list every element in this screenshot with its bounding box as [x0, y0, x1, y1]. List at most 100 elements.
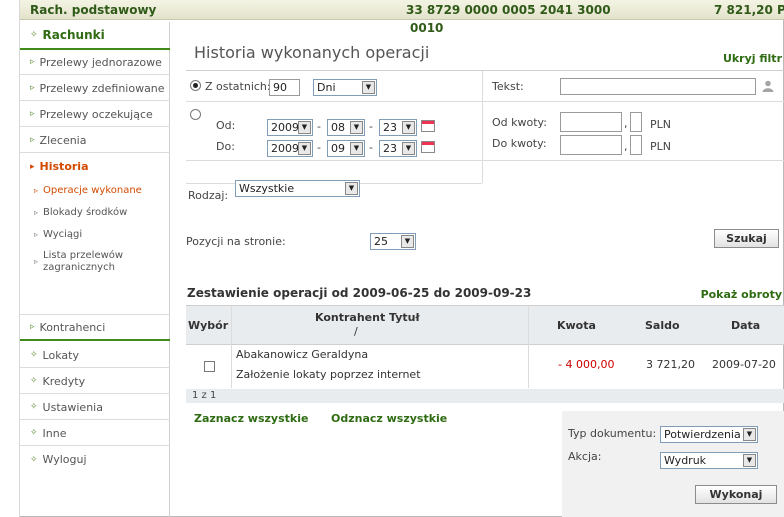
- last-days-radio[interactable]: [190, 80, 201, 91]
- per-page-select[interactable]: 25 ▼: [370, 233, 416, 250]
- sidebar-item-przelewy-zdefiniowane[interactable]: ▹ Przelewy zdefiniowane: [20, 76, 170, 101]
- text-search-input[interactable]: [560, 78, 756, 95]
- decimal-comma: ,: [624, 140, 628, 153]
- label-line: zagranicznych: [43, 262, 115, 273]
- search-button[interactable]: Szukaj: [714, 229, 779, 248]
- sidebar-subitem-operacje-wykonane[interactable]: ▹ Operacje wykonane: [34, 179, 170, 201]
- sidebar-item-rachunki[interactable]: ✧ Rachunki: [20, 22, 170, 50]
- sidebar-subitem-label: Wyciągi: [43, 228, 83, 240]
- contact-person-icon[interactable]: [762, 80, 774, 92]
- row-amount: - 4 000,00: [558, 358, 615, 371]
- row-select-checkbox[interactable]: [204, 361, 215, 372]
- sidebar-item-wyloguj[interactable]: ✧ Wyloguj: [20, 447, 170, 472]
- date-separator: -: [317, 120, 321, 133]
- sidebar-item-zlecenia[interactable]: ▹ Zlecenia: [20, 128, 170, 153]
- sidebar-subitem-label: Operacje wykonane: [43, 184, 142, 196]
- last-days-input[interactable]: 90: [269, 79, 300, 96]
- select-value: 23: [383, 142, 397, 155]
- per-page-label: Pozycji na stronie:: [186, 235, 286, 248]
- select-value: Dni: [317, 81, 336, 94]
- to-month-select[interactable]: 09 ▼: [327, 140, 365, 157]
- calendar-icon[interactable]: [421, 141, 435, 153]
- date-range-radio[interactable]: [190, 109, 201, 120]
- currency-label: PLN: [650, 118, 671, 131]
- amount-from-dec-input[interactable]: [630, 112, 642, 132]
- select-value: 09: [331, 142, 345, 155]
- from-month-select[interactable]: 08 ▼: [327, 119, 365, 136]
- execute-button[interactable]: Wykonaj: [695, 485, 777, 504]
- main-panel: Historia wykonanych operacji Ukryj filtr…: [176, 22, 784, 517]
- dot-bullet-icon: ✧: [30, 350, 38, 360]
- account-name: Rach. podstawowy: [30, 3, 157, 17]
- arrow-bullet-icon: ▹: [30, 57, 35, 67]
- sidebar-item-historia[interactable]: ▸ Historia: [20, 154, 170, 179]
- calendar-icon[interactable]: [421, 120, 435, 132]
- amount-to-int-input[interactable]: [560, 135, 622, 155]
- dot-bullet-icon: ✧: [30, 454, 38, 465]
- sidebar-subitem-blokady-srodkow[interactable]: ▹ Blokady środków: [34, 201, 170, 223]
- sidebar-item-przelewy-oczekujace[interactable]: ▹ Przelewy oczekujące: [20, 102, 170, 127]
- from-day-select[interactable]: 23 ▼: [379, 119, 417, 136]
- date-separator: -: [369, 141, 373, 154]
- deselect-all-link[interactable]: Odznacz wszystkie: [331, 412, 447, 425]
- sidebar-item-lokaty[interactable]: ✧ Lokaty: [20, 343, 170, 368]
- doc-type-select[interactable]: Potwierdzenia ▼: [660, 426, 758, 443]
- from-year-select[interactable]: 2009 ▼: [267, 119, 313, 136]
- to-year-select[interactable]: 2009 ▼: [267, 140, 313, 157]
- sidebar-item-przelewy-jednorazowe[interactable]: ▹ Przelewy jednorazowe: [20, 50, 170, 75]
- amount-from-int-input[interactable]: [560, 112, 622, 132]
- hide-filter-link[interactable]: Ukryj filtr: [723, 52, 782, 65]
- action-label: Akcja:: [568, 450, 602, 463]
- to-day-select[interactable]: 23 ▼: [379, 140, 417, 157]
- divider: [186, 101, 784, 102]
- chevron-down-icon: ▼: [402, 121, 415, 134]
- sidebar-item-label: Rachunki: [42, 28, 105, 42]
- divider: [186, 70, 784, 71]
- row-date: 2009-07-20: [712, 358, 776, 371]
- column-header-counterparty: Kontrahent Tytuł: [315, 311, 420, 324]
- select-all-link[interactable]: Zaznacz wszystkie: [194, 412, 308, 425]
- column-header-date: Data: [731, 319, 761, 332]
- amount-to-dec-input[interactable]: [630, 135, 642, 155]
- sidebar-item-label: Przelewy zdefiniowane: [39, 81, 165, 95]
- row-balance: 3 721,20: [646, 358, 695, 371]
- sidebar-subitem-label: Lista przelewów zagranicznych: [43, 250, 123, 274]
- sidebar-item-kontrahenci[interactable]: ▹ Kontrahenci: [20, 315, 170, 341]
- account-bar: Rach. podstawowy 33 8729 0000 0005 2041 …: [20, 0, 784, 20]
- chevron-down-icon: ▼: [345, 182, 358, 195]
- summary-title: Zestawienie operacji od 2009-06-25 do 20…: [187, 286, 532, 300]
- operation-type-select[interactable]: Wszystkie ▼: [235, 180, 360, 197]
- sidebar-item-kredyty[interactable]: ✧ Kredyty: [20, 369, 170, 394]
- sidebar-item-ustawienia[interactable]: ✧ Ustawienia: [20, 395, 170, 420]
- decimal-comma: ,: [624, 117, 628, 130]
- pagination: 1 z 1: [186, 389, 784, 403]
- arrow-bullet-icon: ▹: [34, 207, 39, 217]
- period-unit-select[interactable]: Dni ▼: [313, 79, 377, 96]
- divider: [186, 160, 784, 161]
- action-select[interactable]: Wydruk ▼: [660, 452, 758, 469]
- sidebar-item-label: Przelewy jednorazowe: [39, 55, 162, 69]
- currency-label: PLN: [650, 140, 671, 153]
- select-value: Potwierdzenia: [664, 428, 741, 441]
- chevron-down-icon: ▼: [401, 235, 414, 248]
- date-separator: -: [317, 141, 321, 154]
- column-header-select: Wybór: [188, 319, 229, 332]
- sidebar-item-label: Inne: [42, 426, 67, 440]
- left-strip: [0, 0, 20, 517]
- arrow-bullet-icon: ▹: [34, 185, 39, 195]
- label-line: Lista przelewów: [43, 250, 124, 261]
- sidebar-item-label: Zlecenia: [39, 133, 87, 147]
- from-date-label: Od:: [216, 119, 236, 132]
- sidebar-subitem-lista-przelewow[interactable]: ▹ Lista przelewów zagranicznych: [34, 247, 170, 277]
- sidebar-item-label: Wyloguj: [42, 453, 87, 466]
- select-value: 2009: [271, 142, 299, 155]
- arrow-bullet-icon: ▹: [30, 322, 35, 332]
- sidebar-item-inne[interactable]: ✧ Inne: [20, 421, 170, 446]
- sidebar-subitem-wyciagi[interactable]: ▹ Wyciągi: [34, 223, 170, 245]
- chevron-down-icon: ▼: [743, 454, 756, 467]
- column-header-balance: Saldo: [645, 319, 680, 332]
- show-turnover-link[interactable]: Pokaż obroty: [701, 288, 782, 301]
- select-value: Wydruk: [664, 454, 707, 467]
- arrow-bullet-icon: ▹: [30, 109, 35, 119]
- sidebar: ✧ Rachunki ▹ Przelewy jednorazowe ▹ Przelew…: [20, 22, 170, 517]
